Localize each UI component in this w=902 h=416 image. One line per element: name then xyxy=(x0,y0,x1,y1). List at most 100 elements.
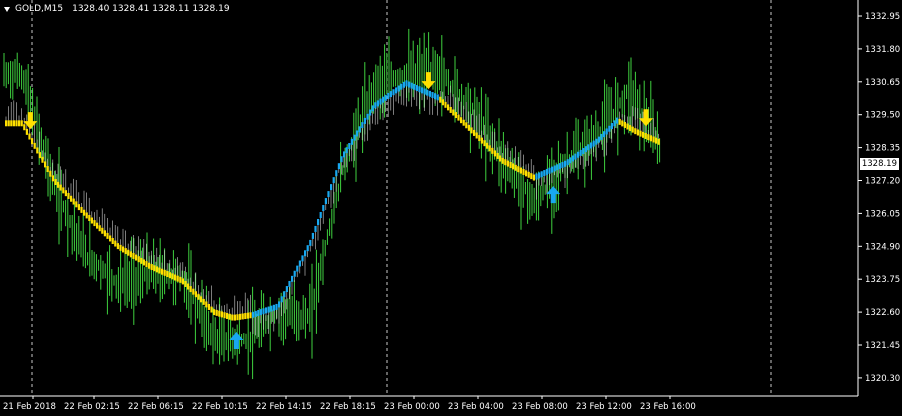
indicator-bar xyxy=(93,220,96,227)
indicator-bar xyxy=(592,140,595,147)
indicator-bar xyxy=(574,153,577,160)
price-tick-label: 1323.75 xyxy=(865,275,900,285)
indicator-bar xyxy=(553,165,556,172)
indicator-bar xyxy=(348,143,351,150)
indicator-bar xyxy=(467,124,470,131)
indicator-bar xyxy=(408,81,411,88)
indicator-bar xyxy=(155,266,158,273)
indicator-bar xyxy=(501,157,504,164)
time-tick-label: 22 Feb 10:15 xyxy=(192,402,248,412)
indicator-bar xyxy=(44,161,47,168)
indicator-bar xyxy=(488,145,491,152)
indicator-bar xyxy=(51,175,54,182)
indicator-bar xyxy=(629,125,632,132)
indicator-bar xyxy=(382,96,385,103)
indicator-bar xyxy=(54,179,57,186)
indicator-bar xyxy=(623,121,626,128)
indicator-bar xyxy=(145,261,148,268)
indicator-bar xyxy=(587,144,590,151)
indicator-bar xyxy=(561,161,564,168)
indicator-bar xyxy=(46,166,49,173)
indicator-bar xyxy=(384,94,387,101)
indicator-bar xyxy=(584,146,587,153)
indicator-bar xyxy=(595,138,598,145)
indicator-bar xyxy=(20,120,23,127)
indicator-bar xyxy=(434,93,437,100)
indicator-bar xyxy=(343,151,346,158)
indicator-bar xyxy=(49,170,52,177)
indicator-bar xyxy=(171,273,174,280)
indicator-bar xyxy=(392,89,395,96)
indicator-bar xyxy=(38,152,41,159)
indicator-bar xyxy=(70,195,73,202)
indicator-bar xyxy=(379,98,382,105)
indicator-bar xyxy=(215,309,218,316)
indicator-bar xyxy=(246,312,249,319)
indicator-bar xyxy=(525,170,528,177)
indicator-bar xyxy=(358,126,361,133)
indicator-bar xyxy=(18,120,21,127)
indicator-bar xyxy=(327,191,330,198)
indicator-bar xyxy=(548,167,551,174)
price-tick-label: 1328.35 xyxy=(865,144,900,154)
indicator-bar xyxy=(491,147,494,154)
indicator-bar xyxy=(616,117,619,124)
indicator-bar xyxy=(132,252,135,259)
indicator-bar xyxy=(168,272,171,279)
indicator-bar xyxy=(231,314,234,321)
indicator-bar xyxy=(644,132,647,139)
indicator-bar xyxy=(535,173,538,180)
indicator-bar xyxy=(483,140,486,147)
indicator-bar xyxy=(452,109,455,116)
indicator-bar xyxy=(608,125,611,132)
current-price-label: 1328.19 xyxy=(859,158,899,170)
indicator-bar xyxy=(158,267,161,274)
indicator-bar xyxy=(639,130,642,137)
indicator-bar xyxy=(605,128,608,135)
indicator-bar xyxy=(363,117,366,124)
indicator-bar xyxy=(194,291,197,298)
indicator-bar xyxy=(262,308,265,315)
indicator-bar xyxy=(293,270,296,277)
price-tick-label: 1331.80 xyxy=(865,45,900,55)
indicator-bar xyxy=(470,127,473,134)
indicator-bar xyxy=(613,120,616,127)
indicator-bar xyxy=(202,298,205,305)
indicator-bar xyxy=(621,120,624,127)
indicator-bar xyxy=(184,280,187,287)
indicator-bar xyxy=(116,243,119,250)
indicator-bar xyxy=(522,168,525,175)
indicator-bar xyxy=(493,150,496,157)
indicator-bar xyxy=(135,254,138,261)
indicator-bar xyxy=(41,156,44,163)
indicator-bar xyxy=(460,117,463,124)
price-tick-label: 1324.90 xyxy=(865,242,900,252)
indicator-bar xyxy=(103,230,106,237)
indicator-bar xyxy=(288,280,291,287)
chart-background xyxy=(0,0,902,416)
time-tick-label: 23 Feb 08:00 xyxy=(512,402,568,412)
time-tick-label: 22 Feb 06:15 xyxy=(128,402,184,412)
indicator-bar xyxy=(140,257,143,264)
indicator-bar xyxy=(64,190,67,197)
indicator-bar xyxy=(181,278,184,285)
indicator-bar xyxy=(311,232,314,239)
indicator-bar xyxy=(444,101,447,108)
indicator-bar xyxy=(213,309,216,316)
indicator-bar xyxy=(283,291,286,298)
indicator-bar xyxy=(538,172,541,179)
indicator-bar xyxy=(597,136,600,143)
price-tick-label: 1327.20 xyxy=(865,177,900,187)
indicator-bar xyxy=(241,313,244,320)
indicator-bar xyxy=(649,135,652,142)
indicator-bar xyxy=(415,85,418,92)
indicator-bar xyxy=(228,313,231,320)
indicator-bar xyxy=(462,119,465,126)
collapse-triangle-icon[interactable] xyxy=(4,6,10,12)
indicator-bar xyxy=(478,135,481,142)
price-chart[interactable]: 1332.95 1331.80 1330.65 1329.50 1328.35 1327.… xyxy=(0,0,902,416)
indicator-bar xyxy=(233,314,236,321)
indicator-bar xyxy=(447,104,450,111)
indicator-bar xyxy=(582,148,585,155)
symbol-header[interactable]: GOLD,M15 1328.40 1328.41 1328.11 1328.19 xyxy=(4,4,230,14)
